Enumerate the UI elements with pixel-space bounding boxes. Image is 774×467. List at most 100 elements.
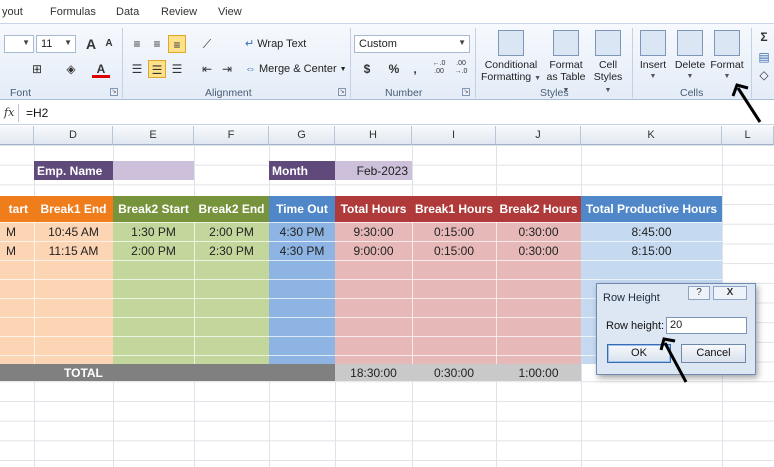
row-height-input[interactable]: 20	[666, 317, 747, 334]
cell-r1-total-hours[interactable]: 9:30:00	[335, 222, 412, 241]
cell-r2-break1-start[interactable]: M	[0, 241, 34, 260]
total-hours-value[interactable]: 18:30:00	[335, 364, 412, 381]
styles-group-label: Styles	[540, 87, 569, 99]
tab-review[interactable]: Review	[161, 6, 197, 18]
column-header-g[interactable]: G	[269, 126, 335, 145]
number-group-label: Number	[385, 87, 423, 99]
month-label[interactable]: Month	[269, 161, 335, 180]
group-separator	[122, 28, 123, 98]
fill-icon[interactable]: ▤	[755, 48, 773, 66]
cell-r2-total-hours[interactable]: 9:00:00	[335, 241, 412, 260]
merge-center-button[interactable]: ⇔ Merge & Center ▼	[245, 63, 347, 75]
column-header-e[interactable]: E	[113, 126, 194, 145]
header-break2-hours[interactable]: Break2 Hours	[496, 196, 581, 222]
fx-icon[interactable]: fx	[4, 106, 14, 119]
tab-formulas[interactable]: Formulas	[50, 6, 96, 18]
emp-name-label[interactable]: Emp. Name	[34, 161, 113, 180]
column-header-partial[interactable]	[0, 126, 34, 145]
font-size-combo[interactable]: 11 ▼	[36, 35, 76, 53]
column-header-h[interactable]: H	[335, 126, 412, 145]
emp-name-value[interactable]	[113, 161, 194, 180]
cell-styles-button[interactable]: Cell Styles ▼	[590, 30, 626, 97]
help-button[interactable]: ?	[688, 286, 710, 300]
currency-button[interactable]: $	[358, 60, 376, 78]
comma-button[interactable]: ,	[406, 60, 424, 78]
alignment-dialog-launcher[interactable]: ↘	[338, 88, 346, 96]
wrap-text-button[interactable]: ↵ Wrap Text	[245, 37, 306, 51]
ribbon: ▼ 11 ▼ A A ⊞ ◈ A Font ↘ ≡ ≡ ≡ ⟋ ☰ ☰ ☰ ⇤ ⇥…	[0, 24, 774, 100]
conditional-formatting-button[interactable]: Conditional Formatting ▼	[480, 30, 542, 85]
shrink-font-button[interactable]: A	[100, 35, 118, 53]
tab-page-layout[interactable]: yout	[2, 6, 23, 18]
chevron-down-icon: ▼	[339, 65, 347, 73]
total-break2-value[interactable]: 1:00:00	[496, 364, 581, 381]
align-top-icon[interactable]: ≡	[128, 35, 146, 53]
font-color-button[interactable]: A	[92, 60, 110, 78]
autosum-button[interactable]: Σ	[755, 28, 773, 46]
header-break2-end[interactable]: Break2 End	[194, 196, 269, 222]
number-format-combo[interactable]: Custom ▼	[354, 35, 470, 53]
column-header-l[interactable]: L	[722, 126, 774, 145]
cell-r1-break1-start[interactable]: M	[0, 222, 34, 241]
tab-data[interactable]: Data	[116, 6, 139, 18]
cell-r2-break1-hours[interactable]: 0:15:00	[412, 241, 496, 260]
ok-button[interactable]: OK	[607, 344, 671, 363]
align-right-icon[interactable]: ☰	[168, 60, 186, 78]
cell-styles-icon	[595, 30, 621, 56]
cell-r1-productive-hours[interactable]: 8:45:00	[581, 222, 722, 241]
insert-cells-button[interactable]: Insert ▼	[636, 30, 670, 83]
header-total-productive-hours[interactable]: Total Productive Hours	[581, 196, 722, 222]
column-header-k[interactable]: K	[581, 126, 722, 145]
formula-bar: fx =H2	[0, 101, 774, 125]
cell-r1-break2-start[interactable]: 1:30 PM	[113, 222, 194, 241]
tab-view[interactable]: View	[218, 6, 242, 18]
column-header-d[interactable]: D	[34, 126, 113, 145]
cell-r2-time-out[interactable]: 4:30 PM	[269, 241, 335, 260]
total-break1-value[interactable]: 0:30:00	[412, 364, 496, 381]
group-separator	[475, 28, 476, 98]
cancel-button[interactable]: Cancel	[681, 344, 746, 363]
cell-r2-break2-hours[interactable]: 0:30:00	[496, 241, 581, 260]
cell-r2-break1-end[interactable]: 11:15 AM	[34, 241, 113, 260]
cell-r2-break2-end[interactable]: 2:30 PM	[194, 241, 269, 260]
cell-r2-productive-hours[interactable]: 8:15:00	[581, 241, 722, 260]
format-cells-button[interactable]: Format ▼	[708, 30, 746, 83]
grow-font-button[interactable]: A	[82, 35, 100, 53]
align-left-icon[interactable]: ☰	[128, 60, 146, 78]
formula-input[interactable]: =H2	[26, 106, 48, 120]
decrease-decimal-button[interactable]: .00 →.0	[452, 60, 470, 78]
cell-r1-break2-hours[interactable]: 0:30:00	[496, 222, 581, 241]
header-total-hours[interactable]: Total Hours	[335, 196, 412, 222]
increase-decimal-button[interactable]: ←.0.00	[430, 60, 448, 78]
percent-button[interactable]: %	[385, 60, 403, 78]
align-middle-icon[interactable]: ≡	[148, 35, 166, 53]
number-dialog-launcher[interactable]: ↘	[462, 88, 470, 96]
header-break1-end[interactable]: Break1 End	[34, 196, 113, 222]
column-header-i[interactable]: I	[412, 126, 496, 145]
cell-r1-break1-hours[interactable]: 0:15:00	[412, 222, 496, 241]
header-break1-start[interactable]: tart	[0, 196, 34, 222]
cell-r1-break2-end[interactable]: 2:00 PM	[194, 222, 269, 241]
total-label[interactable]: TOTAL	[0, 364, 335, 381]
close-button[interactable]: X	[713, 286, 747, 300]
align-bottom-icon[interactable]: ≡	[168, 35, 186, 53]
borders-icon[interactable]: ⊞	[28, 60, 46, 78]
column-header-f[interactable]: F	[194, 126, 269, 145]
header-time-out[interactable]: Time Out	[269, 196, 335, 222]
column-header-j[interactable]: J	[496, 126, 581, 145]
decrease-indent-icon[interactable]: ⇤	[198, 60, 216, 78]
orientation-icon[interactable]: ⟋	[198, 35, 216, 53]
align-center-icon[interactable]: ☰	[148, 60, 166, 78]
font-name-combo[interactable]: ▼	[4, 35, 34, 53]
cell-r2-break2-start[interactable]: 2:00 PM	[113, 241, 194, 260]
header-break1-hours[interactable]: Break1 Hours	[412, 196, 496, 222]
font-dialog-launcher[interactable]: ↘	[110, 88, 118, 96]
increase-indent-icon[interactable]: ⇥	[218, 60, 236, 78]
cell-r1-time-out[interactable]: 4:30 PM	[269, 222, 335, 241]
header-break2-start[interactable]: Break2 Start	[113, 196, 194, 222]
month-value[interactable]: Feb-2023	[335, 161, 412, 180]
clear-icon[interactable]: ◇	[755, 66, 773, 84]
delete-cells-button[interactable]: Delete ▼	[672, 30, 708, 83]
fill-color-icon[interactable]: ◈	[62, 60, 80, 78]
cell-r1-break1-end[interactable]: 10:45 AM	[34, 222, 113, 241]
